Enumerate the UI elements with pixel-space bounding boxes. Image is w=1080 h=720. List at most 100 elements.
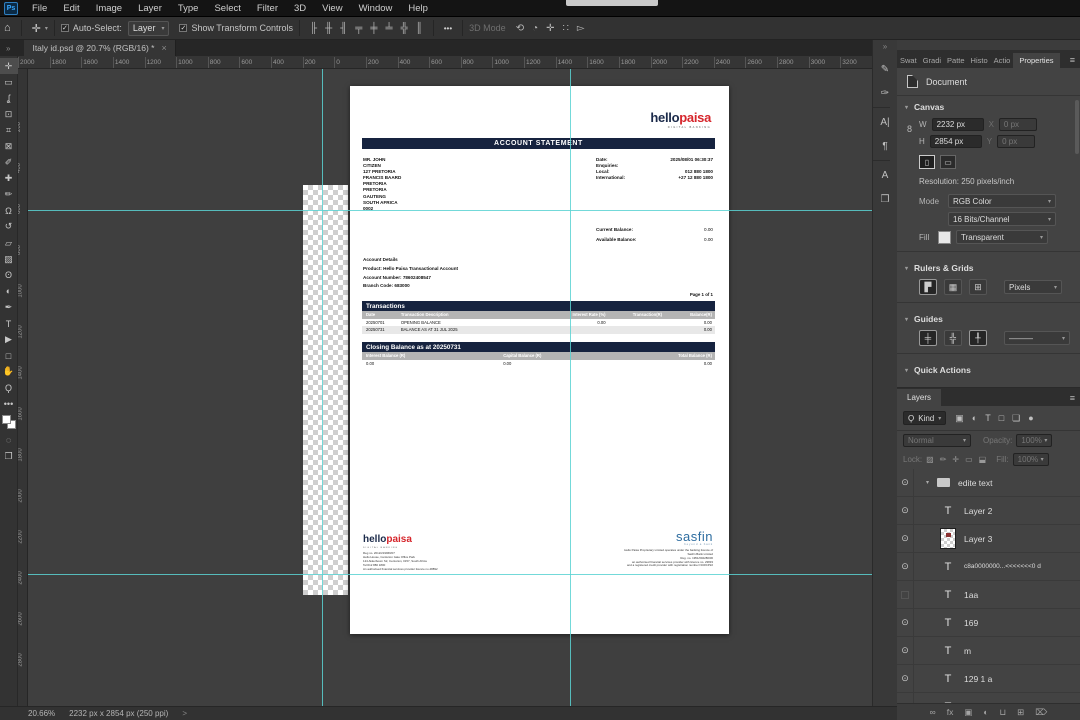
lasso-tool[interactable]: ʆ [0, 90, 18, 106]
menu-item-3d[interactable]: 3D [286, 3, 314, 14]
path-selection-tool[interactable]: ▶ [0, 332, 18, 348]
menu-item-image[interactable]: Image [88, 3, 130, 14]
lock-paint-icon[interactable]: ✏ [940, 455, 947, 464]
color-swatches[interactable] [1, 415, 16, 430]
guide-horizontal-1[interactable] [28, 210, 872, 211]
move-tool-icon[interactable]: ✛ [28, 22, 45, 35]
align-middle-icon[interactable]: ╪ [370, 23, 377, 34]
layer-row[interactable]: ⊙ Tc8a0000000...<<<<<<<0 d [897, 552, 1080, 581]
distribute-h-icon[interactable]: ╬ [401, 23, 408, 34]
move-tool[interactable]: ✛ [0, 58, 18, 75]
layer-row[interactable]: ⊙ T Layer 2 [897, 496, 1080, 525]
expand-panels-icon[interactable]: » [883, 40, 887, 57]
pixel-grid-icon[interactable]: ⊞ [969, 279, 987, 295]
guide-from-shape-icon[interactable]: ╀ [969, 330, 987, 346]
3d-roll-icon[interactable]: ◔ [532, 23, 538, 34]
guide-vertical-1[interactable] [322, 69, 323, 706]
visibility-toggle[interactable]: ⊙ [897, 692, 914, 703]
new-group-icon[interactable]: ⊔ [1000, 707, 1007, 718]
foreground-color-swatch[interactable] [1, 415, 11, 425]
lock-transparency-icon[interactable]: ▨ [926, 455, 934, 464]
menu-item-edit[interactable]: Edit [55, 3, 87, 14]
hand-tool[interactable]: ✋ [0, 364, 18, 380]
new-guide-icon[interactable]: ╪ [919, 330, 937, 346]
libraries-icon[interactable]: ❒ [873, 187, 898, 211]
menu-item-view[interactable]: View [314, 3, 350, 14]
layer-row[interactable]: ⊙ Tm [897, 636, 1080, 665]
canvas-area[interactable]: hellopaisa DIGITAL BANKING ACCOUNT STATE… [28, 69, 872, 706]
status-chevron-icon[interactable]: > [182, 709, 187, 718]
layer-row[interactable]: ⊙ Layer 3 [897, 524, 1080, 553]
menu-item-file[interactable]: File [24, 3, 55, 14]
visibility-toggle[interactable]: ⊙ [897, 496, 914, 525]
filter-shape-layers-icon[interactable]: □ [999, 413, 1004, 424]
eyedropper-tool[interactable]: ✐ [0, 155, 18, 171]
layer-row[interactable]: ⊙ ▾ edite text [897, 468, 1080, 497]
character-panel-icon[interactable]: A| [873, 110, 898, 134]
visibility-toggle[interactable]: ⊙ [897, 552, 914, 581]
shape-tool[interactable]: □ [0, 348, 18, 364]
new-layer-icon[interactable]: ⊞ [1017, 707, 1024, 718]
fill-dropdown[interactable]: Transparent ▾ [956, 230, 1048, 244]
visibility-toggle[interactable]: ⊙ [897, 636, 914, 665]
guide-layout-icon[interactable]: ╬ [944, 330, 962, 346]
orientation-portrait-button[interactable]: ▯ [919, 155, 935, 169]
gradient-tool[interactable]: ▨ [0, 251, 18, 267]
3d-slide-icon[interactable]: ∷ [563, 23, 569, 34]
layer-row[interactable]: T 1aa [897, 580, 1080, 609]
color-mode-dropdown[interactable]: RGB Color ▾ [948, 194, 1056, 208]
adjustment-layer-icon[interactable]: ◐ [983, 707, 988, 717]
3d-pan-icon[interactable]: ✛ [546, 23, 554, 34]
filter-adjustment-layers-icon[interactable]: ◐ [972, 413, 977, 424]
brush-tool[interactable]: ✏ [0, 187, 18, 203]
quick-mask-icon[interactable]: ◌ [0, 432, 18, 448]
ruler-vertical[interactable]: 0 200 400 600 800 1000 1200 1400 1600 1800 2000 220… [18, 69, 28, 706]
menu-item-layer[interactable]: Layer [130, 3, 170, 14]
filter-pixel-layers-icon[interactable]: ▣ [955, 413, 964, 424]
layer-row[interactable]: ⊙ T 129 1 a [897, 664, 1080, 693]
menu-item-type[interactable]: Type [170, 3, 207, 14]
panel-tab-gradi[interactable]: Gradi [920, 53, 944, 68]
panel-menu-icon[interactable]: ≡ [1070, 55, 1080, 68]
collapse-chevrons-icon[interactable]: » [0, 44, 16, 56]
menu-item-filter[interactable]: Filter [249, 3, 286, 14]
document-tab[interactable]: Italy id.psd @ 20.7% (RGB/16) * × [24, 40, 176, 56]
guides-header[interactable]: ▾ Guides [897, 308, 1080, 328]
layer-row[interactable]: ⊙ T 169 [897, 608, 1080, 637]
filter-type-layers-icon[interactable]: T [985, 413, 991, 424]
lock-all-icon[interactable]: ⬓ [979, 455, 987, 464]
canvas-width-input[interactable]: 2232 px [931, 118, 984, 131]
kind-filter-dropdown[interactable]: Ϙ Kind ▾ [903, 411, 947, 425]
edit-toolbar[interactable]: ••• [0, 396, 18, 412]
dodge-tool[interactable]: ◐ [0, 283, 18, 299]
visibility-toggle[interactable]: ⊙ [897, 468, 914, 497]
object-selection-tool[interactable]: ⊡ [0, 106, 18, 122]
marquee-tool[interactable]: ▭ [0, 74, 18, 90]
eraser-tool[interactable]: ▱ [0, 235, 18, 251]
layer-row[interactable]: ⊙T01.01.1990 [897, 692, 1080, 703]
delete-layer-icon[interactable]: ⌦ [1035, 707, 1047, 718]
align-center-h-icon[interactable]: ╫ [325, 23, 332, 34]
document-page[interactable]: hellopaisa DIGITAL BANKING ACCOUNT STATE… [350, 86, 729, 634]
visibility-toggle[interactable]: ⊙ [897, 608, 914, 637]
canvas-section-header[interactable]: ▾ Canvas [897, 96, 1080, 116]
canvas-height-input[interactable]: 2854 px [929, 135, 982, 148]
more-options-icon[interactable]: ••• [440, 24, 456, 33]
link-dimensions-icon[interactable]: 8 [907, 124, 912, 134]
align-right-icon[interactable]: ╢ [340, 23, 347, 34]
panel-tab-swat[interactable]: Swat [897, 53, 920, 68]
history-brush-tool[interactable]: ↺ [0, 219, 18, 235]
link-layers-icon[interactable]: ∞ [930, 707, 936, 717]
quick-actions-header[interactable]: ▾ Quick Actions [897, 359, 1080, 379]
pen-tool[interactable]: ✒ [0, 299, 18, 315]
show-transform-checkbox[interactable]: ✓ [179, 24, 188, 32]
brush-settings-icon[interactable]: ✎ [873, 57, 898, 81]
align-bottom-icon[interactable]: ╧ [385, 23, 392, 34]
menu-item-window[interactable]: Window [351, 3, 401, 14]
type-tool[interactable]: T [0, 316, 18, 332]
menu-item-help[interactable]: Help [400, 3, 436, 14]
guide-vertical-2[interactable] [570, 69, 571, 706]
rulers-grids-header[interactable]: ▾ Rulers & Grids [897, 257, 1080, 277]
panel-tab-histo[interactable]: Histo [968, 53, 991, 68]
healing-brush-tool[interactable]: ✚ [0, 171, 18, 187]
